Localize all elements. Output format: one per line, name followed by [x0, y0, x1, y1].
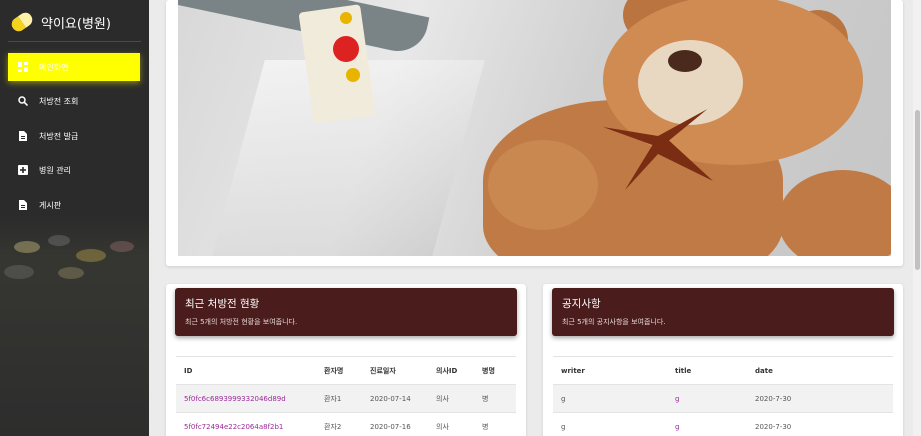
app-title: 약이요(병원): [41, 16, 111, 32]
table-cell: 병: [474, 412, 516, 436]
column-header: title: [667, 356, 747, 385]
table-cell: 2020-7-30: [747, 384, 893, 413]
prescriptions-table: ID 환자명 진료일자 의사ID 병명 5f0fc6c6893999332046…: [176, 356, 516, 436]
table-cell: 병: [474, 384, 516, 413]
column-header: 환자명: [316, 356, 362, 385]
sidebar: 약이요(병원) 메인화면 처방전 조회 처방전 발급 병원 관리 게시판: [0, 0, 149, 436]
table-row[interactable]: g g 2020-7-30: [553, 412, 893, 436]
table-header-row: writer title date: [553, 356, 893, 385]
dashboard-icon: [18, 62, 28, 72]
sidebar-item-board[interactable]: 게시판: [8, 191, 140, 219]
app-logo[interactable]: 약이요(병원): [8, 9, 111, 35]
prescription-id-link[interactable]: 5f0fc6c6893999332046d89d: [176, 384, 316, 413]
card-subtitle: 최근 5개의 처방전 현황을 보여줍니다.: [185, 318, 298, 326]
sidebar-divider: [8, 41, 141, 42]
table-cell: 2020-07-16: [362, 412, 428, 436]
table-row[interactable]: g g 2020-7-30: [553, 384, 893, 413]
sidebar-item-main[interactable]: 메인화면: [8, 53, 140, 81]
table-cell: 환자2: [316, 412, 362, 436]
table-row[interactable]: 5f0fc72494e22c2064a8f2b1 환자2 2020-07-16 …: [176, 412, 516, 436]
card-title: 최근 처방전 현황: [185, 298, 260, 310]
column-header: 병명: [474, 356, 516, 385]
card-header: 최근 처방전 현황 최근 5개의 처방전 현황을 보여줍니다.: [175, 288, 517, 336]
pill-icon: [8, 9, 36, 35]
hero-card: [166, 0, 903, 266]
column-header: date: [747, 356, 893, 385]
notice-title-link[interactable]: g: [667, 384, 747, 413]
table-cell: 2020-07-14: [362, 384, 428, 413]
column-header: writer: [553, 356, 667, 385]
sidebar-item-label: 메인화면: [39, 62, 69, 72]
card-header: 공지사항 최근 5개의 공지사항을 보여줍니다.: [552, 288, 894, 336]
table-row[interactable]: 5f0fc6c6893999332046d89d 환자1 2020-07-14 …: [176, 384, 516, 413]
notices-table: writer title date g g 2020-7-30 g g 2020…: [553, 356, 893, 436]
column-header: 진료일자: [362, 356, 428, 385]
column-header: 의사ID: [428, 356, 474, 385]
table-cell: g: [553, 412, 667, 436]
sidebar-item-label: 병원 관리: [39, 165, 71, 175]
prescription-id-link[interactable]: 5f0fc72494e22c2064a8f2b1: [176, 412, 316, 436]
table-cell: g: [553, 384, 667, 413]
sidebar-item-prescription-issue[interactable]: 처방전 발급: [8, 122, 140, 150]
document-icon: [18, 131, 28, 141]
sidebar-item-label: 처방전 발급: [39, 131, 79, 141]
notice-title-link[interactable]: g: [667, 412, 747, 436]
table-cell: 환자1: [316, 384, 362, 413]
scrollbar-thumb[interactable]: [915, 110, 920, 270]
notices-card: 공지사항 최근 5개의 공지사항을 보여줍니다. writer title da…: [543, 284, 903, 436]
search-icon: [18, 96, 28, 106]
table-header-row: ID 환자명 진료일자 의사ID 병명: [176, 356, 516, 385]
document-icon: [18, 200, 28, 210]
plus-box-icon: [18, 165, 28, 175]
card-subtitle: 최근 5개의 공지사항을 보여줍니다.: [562, 318, 666, 326]
table-cell: 의사: [428, 412, 474, 436]
sidebar-item-hospital-manage[interactable]: 병원 관리: [8, 156, 140, 184]
teddy-bear-image: [178, 0, 891, 256]
sidebar-item-label: 게시판: [39, 200, 62, 210]
recent-prescriptions-card: 최근 처방전 현황 최근 5개의 처방전 현황을 보여줍니다. ID 환자명 진…: [166, 284, 526, 436]
table-cell: 2020-7-30: [747, 412, 893, 436]
pills-background-image: [0, 215, 149, 436]
sidebar-item-label: 처방전 조회: [39, 96, 79, 106]
sidebar-item-prescription-search[interactable]: 처방전 조회: [8, 87, 140, 115]
page-scrollbar[interactable]: [913, 0, 921, 436]
card-title: 공지사항: [562, 298, 601, 310]
column-header: ID: [176, 356, 316, 385]
table-cell: 의사: [428, 384, 474, 413]
